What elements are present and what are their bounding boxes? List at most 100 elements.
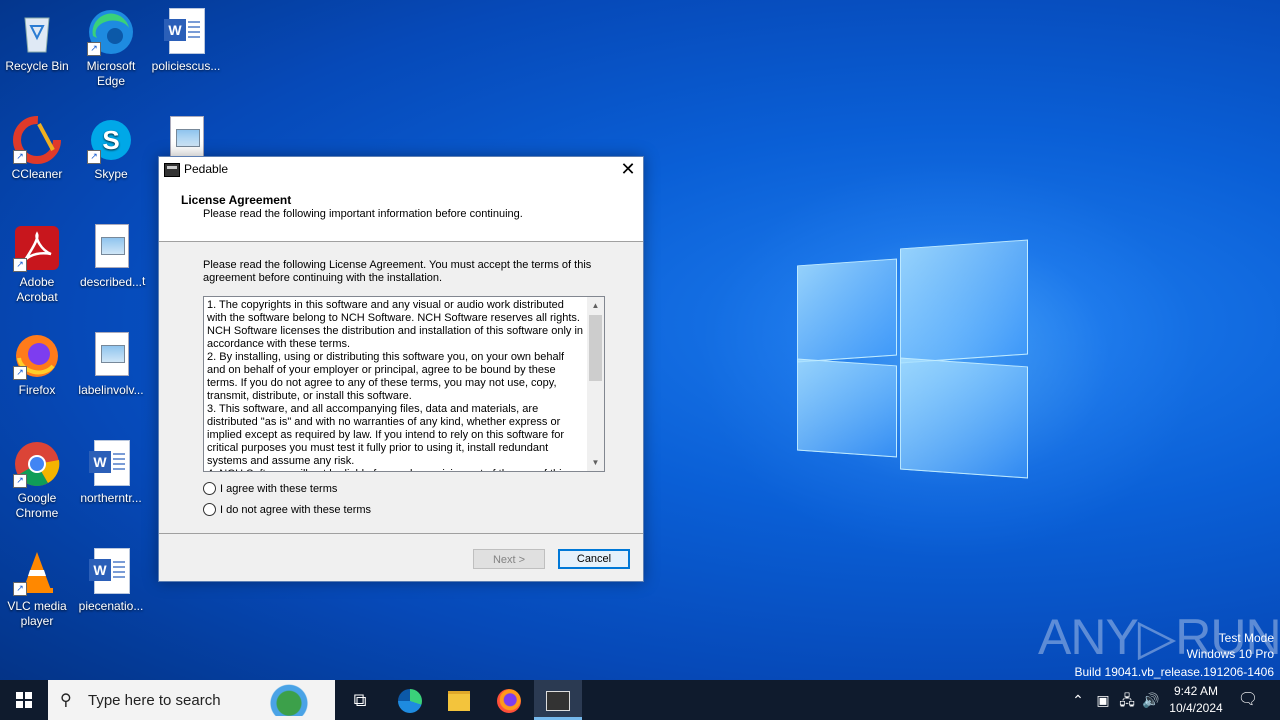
desktop-icon-label: Microsoft Edge	[86, 59, 136, 88]
skype-icon: S ↗	[87, 116, 135, 164]
desktop-icon-skype[interactable]: S ↗ Skype	[74, 116, 148, 182]
desktop-icon-adobe-acrobat[interactable]: ↗ Adobe Acrobat	[0, 224, 74, 305]
desktop-icon-firefox[interactable]: ↗ Firefox	[0, 332, 74, 398]
desktop-icon-ccleaner[interactable]: ↗ CCleaner	[0, 116, 74, 182]
dialog-header: License Agreement Please read the follow…	[159, 183, 643, 242]
disagree-radio[interactable]: I do not agree with these terms	[203, 503, 371, 516]
dialog-titlebar[interactable]: Pedable ✕	[159, 157, 643, 183]
shortcut-arrow-icon: ↗	[87, 150, 101, 164]
wallpaper-logo-pane	[900, 239, 1028, 364]
volume-icon[interactable]: 🔊	[1141, 680, 1161, 720]
network-icon[interactable]: 🖧	[1117, 680, 1137, 720]
desktop-icon-label: described...	[79, 275, 143, 289]
pedable-app-icon	[546, 691, 570, 712]
taskbar-clock[interactable]: 9:42 AM 10/4/2024	[1164, 683, 1228, 717]
scroll-up-icon[interactable]: ▲	[587, 297, 604, 314]
radio-circle-icon[interactable]	[203, 503, 216, 516]
page-subheading: Please read the following important info…	[203, 208, 523, 220]
cancel-button[interactable]: Cancel	[558, 549, 630, 569]
shortcut-arrow-icon: ↗	[13, 150, 27, 164]
taskbar-search-box[interactable]: ⚲ Type here to search	[48, 680, 335, 720]
edge-icon: ↗	[87, 8, 135, 56]
license-text: 1. The copyrights in this software and a…	[207, 299, 584, 471]
word-document-icon: W	[87, 440, 135, 488]
scroll-thumb[interactable]	[589, 315, 602, 381]
taskbar-edge-button[interactable]	[386, 680, 434, 720]
desktop-icon-label: Recycle Bin	[5, 59, 69, 73]
shortcut-arrow-icon: ↗	[13, 582, 27, 596]
test-mode-text: Test Mode	[1218, 631, 1274, 645]
license-scrollbar[interactable]: ▲ ▼	[587, 297, 604, 471]
search-highlight-icon	[261, 684, 331, 716]
desktop-icon-label: Google Chrome	[15, 491, 59, 520]
page-heading: License Agreement	[181, 193, 292, 207]
recycle-bin-icon	[13, 8, 61, 56]
edge-icon	[398, 689, 422, 714]
desktop-icon-vlc[interactable]: ↗ VLC media player	[0, 548, 74, 629]
chrome-icon: ↗	[13, 440, 61, 488]
wallpaper-logo-pane	[797, 358, 897, 458]
svg-text:S: S	[102, 125, 119, 155]
meet-now-icon[interactable]: ▣	[1094, 680, 1112, 720]
image-file-icon	[87, 332, 135, 380]
windows-edition-text: Windows 10 Pro	[1186, 647, 1274, 661]
agree-radio-label[interactable]: I agree with these terms	[220, 483, 337, 495]
close-icon[interactable]: ✕	[613, 157, 643, 183]
shortcut-arrow-icon: ↗	[13, 258, 27, 272]
search-placeholder[interactable]: Type here to search	[88, 692, 221, 709]
desktop-icon-image-file[interactable]: described...	[74, 224, 148, 290]
license-dialog: Pedable ✕ License Agreement Please read …	[158, 156, 644, 582]
chevron-up-icon[interactable]: ⌃	[1070, 680, 1086, 720]
task-view-icon[interactable]: ⧉	[336, 680, 384, 720]
next-button[interactable]: Next >	[473, 549, 545, 569]
desktop-icon-label: labelinvolv...	[78, 383, 144, 397]
magnifier-icon: ⚲	[60, 692, 72, 709]
shortcut-arrow-icon: ↗	[87, 42, 101, 56]
word-document-icon: W	[87, 548, 135, 596]
firefox-icon	[497, 689, 521, 714]
ccleaner-icon: ↗	[13, 116, 61, 164]
taskbar-explorer-button[interactable]	[435, 680, 483, 720]
agree-radio[interactable]: I agree with these terms	[203, 482, 337, 495]
pedable-app-icon	[164, 163, 180, 177]
vlc-icon: ↗	[13, 548, 61, 596]
wallpaper-logo-pane	[797, 258, 897, 363]
desktop-icon-label: Firefox	[18, 383, 56, 397]
desktop-icon-label: VLC media player	[7, 599, 67, 628]
desktop-icon-label: CCleaner	[11, 167, 63, 181]
notification-icon[interactable]: 🗨	[1236, 680, 1260, 720]
desktop-icon-edge[interactable]: ↗ Microsoft Edge	[74, 8, 148, 89]
clock-date: 10/4/2024	[1169, 701, 1223, 715]
desktop-icon-label: northerntr...	[80, 491, 142, 505]
taskbar-pedable-button[interactable]	[534, 680, 582, 720]
word-document-icon: W	[162, 8, 210, 56]
license-intro-text: Please read the following License Agreem…	[203, 259, 592, 284]
desktop-icon-document[interactable]: W northerntr...	[74, 440, 148, 506]
image-file-icon	[87, 224, 135, 272]
wallpaper-logo-pane	[900, 357, 1028, 479]
folder-icon	[448, 691, 470, 712]
radio-circle-icon[interactable]	[203, 482, 216, 495]
taskbar-firefox-button[interactable]	[485, 680, 533, 720]
desktop-icon-google-chrome[interactable]: ↗ Google Chrome	[0, 440, 74, 521]
acrobat-icon: ↗	[13, 224, 61, 272]
desktop-icon-label: Skype	[94, 167, 128, 181]
desktop-icon-image-file[interactable]: labelinvolv...	[74, 332, 148, 398]
desktop-icon-label: piecenatio...	[78, 599, 144, 613]
license-text-box[interactable]: 1. The copyrights in this software and a…	[203, 296, 605, 472]
build-text: Build 19041.vb_release.191206-1406	[1074, 665, 1275, 679]
clock-time: 9:42 AM	[1173, 684, 1219, 698]
desktop-icon-label: Adobe Acrobat	[16, 275, 58, 304]
scroll-down-icon[interactable]: ▼	[587, 454, 604, 471]
desktop-icon-recycle-bin[interactable]: Recycle Bin	[0, 8, 74, 74]
firefox-icon: ↗	[13, 332, 61, 380]
shortcut-arrow-icon: ↗	[13, 474, 27, 488]
start-button[interactable]	[0, 680, 48, 720]
desktop-icon-document[interactable]: W policiescus...	[149, 8, 223, 74]
shortcut-arrow-icon: ↗	[13, 366, 27, 380]
desktop-icon-label: policiescus...	[151, 59, 221, 73]
taskbar: ⚲ Type here to search ⧉ ⌃ ▣ 🖧 🔊 9:42 AM …	[0, 680, 1280, 720]
windows-logo-icon	[16, 692, 32, 708]
desktop-icon-document[interactable]: W piecenatio...	[74, 548, 148, 614]
disagree-radio-label[interactable]: I do not agree with these terms	[220, 504, 371, 516]
